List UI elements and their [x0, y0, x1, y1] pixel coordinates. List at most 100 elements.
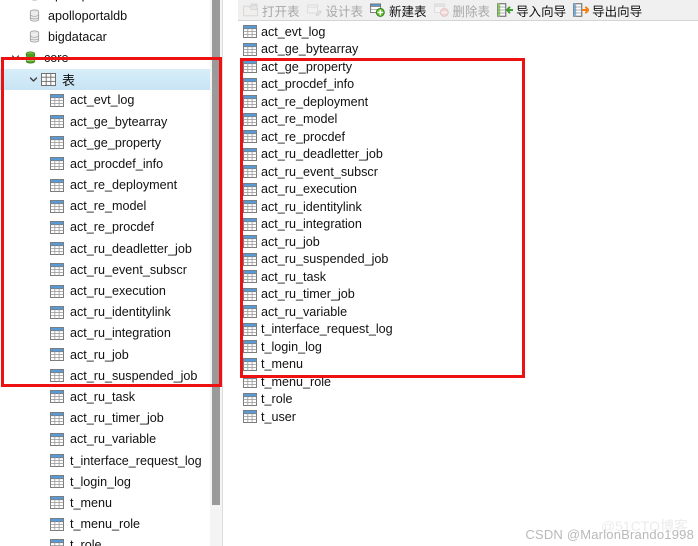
table-list-item[interactable]: t_menu	[238, 356, 698, 374]
sidebar-table-item[interactable]: act_ge_property	[0, 132, 222, 153]
table-list-item-label: act_procdef_info	[261, 77, 355, 92]
table-icon	[48, 135, 65, 150]
sidebar-scrollbar-thumb[interactable]	[212, 0, 220, 505]
table-icon	[48, 453, 65, 468]
object-tree-sidebar[interactable]: apolloportaldb apolloportaldb bigdatacar	[0, 0, 222, 546]
pane-splitter[interactable]	[222, 0, 238, 546]
table-icon	[242, 182, 258, 197]
sidebar-table-list[interactable]: act_evt_log act_ge_bytearray act_ge_proper…	[0, 90, 222, 546]
sidebar-item-core[interactable]: core	[0, 47, 222, 68]
sidebar-table-item[interactable]: act_re_model	[0, 196, 222, 217]
table-list-item[interactable]: act_re_deployment	[238, 93, 698, 111]
table-list-item-label: act_re_model	[261, 112, 338, 127]
sidebar-table-label: t_login_log	[70, 474, 131, 489]
table-list-item[interactable]: t_user	[238, 408, 698, 426]
table-icon	[48, 326, 65, 341]
delete-table-icon	[433, 3, 450, 18]
table-list-item[interactable]: act_ru_deadletter_job	[238, 146, 698, 164]
table-list-item[interactable]: act_ru_variable	[238, 303, 698, 321]
object-toolbar[interactable]: 打开表 设计表 新建表 删除表 导入向导 导出向导	[238, 0, 698, 21]
table-list-item[interactable]: act_ru_event_subscr	[238, 163, 698, 181]
table-icon	[242, 304, 258, 319]
sidebar-table-item[interactable]: act_ru_task	[0, 386, 222, 407]
table-list-item-label: t_menu_role	[261, 374, 332, 389]
table-list-item-label: act_ge_bytearray	[261, 42, 359, 57]
table-icon	[48, 517, 65, 532]
sidebar-table-item[interactable]: act_procdef_info	[0, 153, 222, 174]
table-icon	[48, 368, 65, 383]
sidebar-table-item[interactable]: act_ru_deadletter_job	[0, 238, 222, 259]
sidebar-vertical-scrollbar[interactable]	[210, 0, 222, 546]
table-object-list[interactable]: act_evt_log act_ge_bytearray act_ge_proper…	[238, 21, 698, 426]
sidebar-table-label: t_menu	[70, 495, 113, 510]
table-list-item[interactable]: act_ru_execution	[238, 181, 698, 199]
sidebar-table-item[interactable]: act_re_procdef	[0, 217, 222, 238]
chevron-down-icon[interactable]	[8, 53, 22, 62]
table-icon	[48, 347, 65, 362]
database-open-icon	[22, 50, 39, 65]
table-icon	[242, 112, 258, 127]
table-list-item[interactable]: act_procdef_info	[238, 76, 698, 94]
table-list-item[interactable]: act_re_model	[238, 111, 698, 129]
table-list-item[interactable]: act_ge_property	[238, 58, 698, 76]
sidebar-table-item[interactable]: act_ru_job	[0, 344, 222, 365]
table-icon	[242, 77, 258, 92]
table-list-item[interactable]: act_ru_timer_job	[238, 286, 698, 304]
sidebar-table-label: act_ru_execution	[70, 284, 166, 299]
table-list-item[interactable]: t_login_log	[238, 338, 698, 356]
table-list-item[interactable]: act_ru_integration	[238, 216, 698, 234]
chevron-down-icon[interactable]	[26, 75, 40, 84]
sidebar-table-item[interactable]: act_evt_log	[0, 90, 222, 111]
sidebar-table-item[interactable]: act_ru_timer_job	[0, 408, 222, 429]
table-icon	[242, 164, 258, 179]
sidebar-table-label: act_ru_task	[70, 389, 136, 404]
table-list-item[interactable]: t_interface_request_log	[238, 321, 698, 339]
table-list-item[interactable]: act_re_procdef	[238, 128, 698, 146]
toolbar-button-delete-table: 删除表	[431, 1, 495, 20]
sidebar-table-item[interactable]: t_login_log	[0, 471, 222, 492]
main-content-pane: 打开表 设计表 新建表 删除表 导入向导 导出向导 act_evt_log act_ge_b…	[238, 0, 698, 546]
table-icon	[48, 93, 65, 108]
table-icon	[242, 59, 258, 74]
sidebar-table-item[interactable]: act_ru_variable	[0, 429, 222, 450]
table-list-item[interactable]: act_ru_task	[238, 268, 698, 286]
table-list-item[interactable]: act_evt_log	[238, 23, 698, 41]
table-list-item[interactable]: act_ge_bytearray	[238, 41, 698, 59]
table-icon	[48, 538, 65, 546]
table-list-item[interactable]: t_role	[238, 391, 698, 409]
sidebar-table-item[interactable]: t_menu_role	[0, 514, 222, 535]
sidebar-item-bigdatacar[interactable]: bigdatacar	[0, 26, 222, 47]
sidebar-table-item[interactable]: act_re_deployment	[0, 175, 222, 196]
table-list-item[interactable]: act_ru_identitylink	[238, 198, 698, 216]
table-icon	[48, 262, 65, 277]
toolbar-button-label: 删除表	[452, 4, 491, 19]
sidebar-table-item[interactable]: t_menu	[0, 492, 222, 513]
table-list-item-label: act_ru_event_subscr	[261, 164, 378, 179]
sidebar-table-item[interactable]: act_ru_execution	[0, 280, 222, 301]
sidebar-table-item[interactable]: act_ru_integration	[0, 323, 222, 344]
table-icon	[242, 234, 258, 249]
toolbar-button-export-wizard[interactable]: 导出向导	[570, 1, 646, 20]
table-icon	[48, 241, 65, 256]
sidebar-table-item[interactable]: act_ru_suspended_job	[0, 365, 222, 386]
sidebar-item-apolloportaldb[interactable]: apolloportaldb	[0, 5, 222, 26]
table-list-item[interactable]: act_ru_suspended_job	[238, 251, 698, 269]
sidebar-table-item[interactable]: t_interface_request_log	[0, 450, 222, 471]
sidebar-table-item[interactable]: act_ru_event_subscr	[0, 259, 222, 280]
sidebar-group-tables[interactable]: 表	[0, 68, 222, 90]
toolbar-button-import-wizard[interactable]: 导入向导	[494, 1, 570, 20]
table-list-item[interactable]: t_menu_role	[238, 373, 698, 391]
toolbar-button-new-table[interactable]: 新建表	[367, 1, 431, 20]
table-icon	[48, 474, 65, 489]
table-list-item[interactable]: act_ru_job	[238, 233, 698, 251]
sidebar-table-item[interactable]: act_ru_identitylink	[0, 302, 222, 323]
table-icon	[242, 217, 258, 232]
table-list-item-label: act_evt_log	[261, 24, 326, 39]
table-icon	[48, 284, 65, 299]
toolbar-button-design-table: 设计表	[304, 1, 368, 20]
toolbar-button-label: 新建表	[389, 4, 427, 19]
sidebar-table-item[interactable]: t_role	[0, 535, 222, 546]
sidebar-table-label: act_ru_variable	[70, 432, 157, 447]
sidebar-table-item[interactable]: act_ge_bytearray	[0, 111, 222, 132]
sidebar-table-label: t_menu_role	[70, 517, 141, 532]
